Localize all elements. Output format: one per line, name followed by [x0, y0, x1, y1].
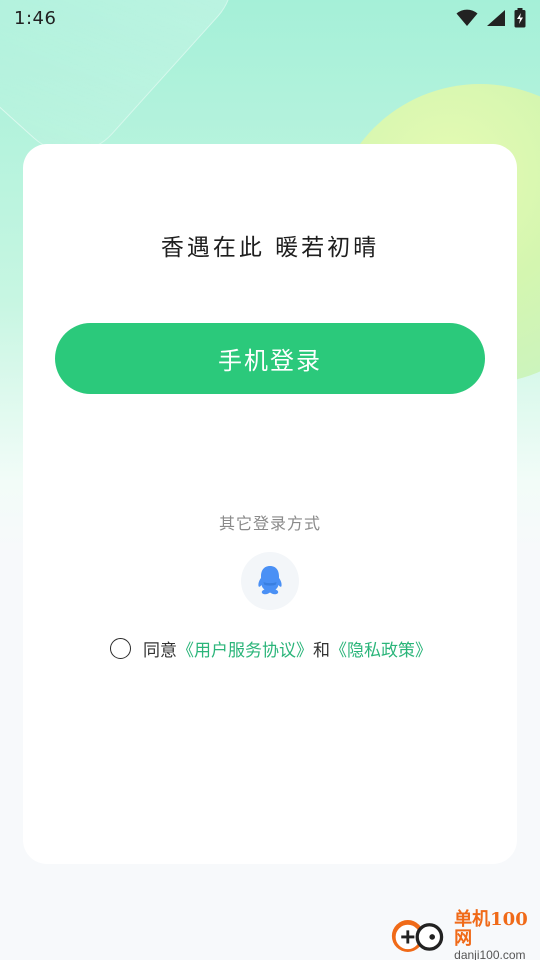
watermark: 单机100网 danji100.com — [390, 910, 540, 960]
wifi-icon — [456, 9, 478, 26]
other-login-methods-label: 其它登录方式 — [218, 514, 321, 533]
agreement-prefix: 同意 — [143, 640, 177, 661]
agreement-conjunction: 和 — [313, 640, 330, 661]
slogan-text: 香遇在此 暖若初晴 — [160, 235, 380, 261]
watermark-domain: danji100.com — [454, 947, 526, 960]
qq-icon — [258, 566, 282, 595]
signal-icon — [487, 10, 505, 26]
watermark-title: 单机100网 — [454, 908, 528, 949]
status-time: 1:46 — [14, 7, 57, 29]
status-icons — [456, 8, 526, 28]
agreement-radio[interactable] — [110, 637, 131, 659]
watermark-logo-icon — [391, 920, 444, 952]
agreement-row: 同意 《用户服务协议》 和 《隐私政策》 — [110, 636, 432, 661]
terms-of-service-link[interactable]: 《用户服务协议》 — [177, 636, 313, 661]
status-bar: 1:46 — [0, 0, 540, 36]
battery-charging-icon — [514, 8, 526, 28]
qq-login-button[interactable] — [241, 552, 299, 610]
privacy-policy-link[interactable]: 《隐私政策》 — [330, 636, 432, 661]
phone-login-button[interactable]: 手机登录 — [55, 323, 485, 394]
